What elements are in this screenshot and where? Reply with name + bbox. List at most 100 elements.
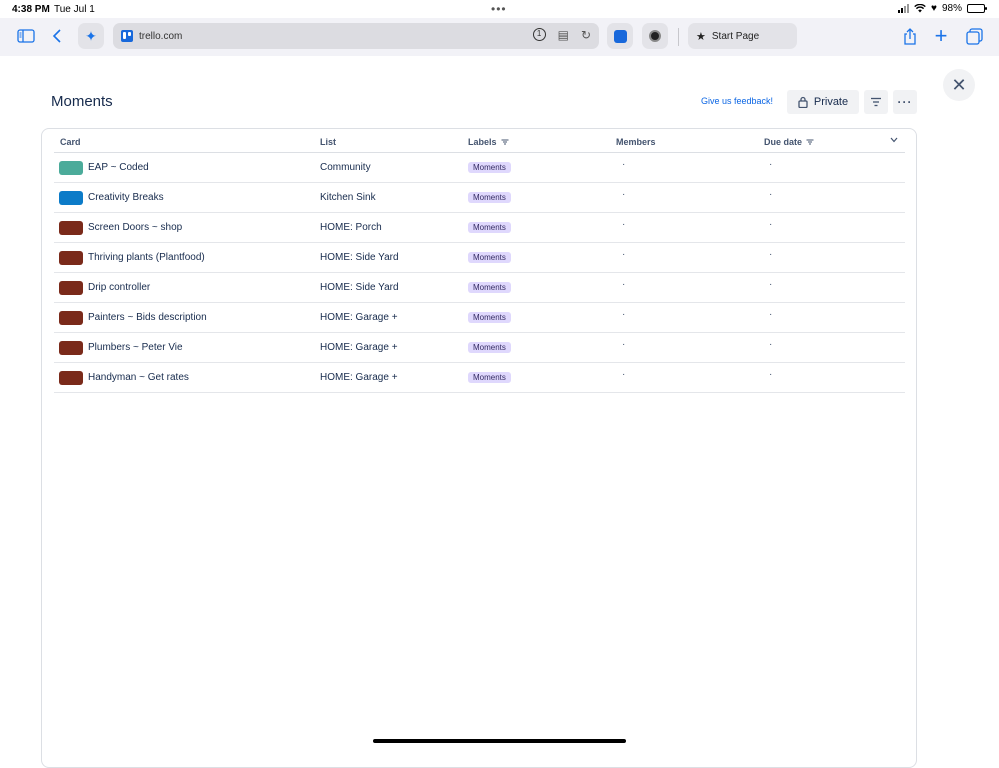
table-row[interactable]: Drip controller HOME: Side Yard Moments · · bbox=[54, 273, 905, 303]
status-time: 4:38 PM bbox=[12, 4, 50, 15]
heart-icon: ♥ bbox=[931, 3, 937, 14]
table-row[interactable]: Screen Doors ~ shop HOME: Porch Moments · · bbox=[54, 213, 905, 243]
table-row[interactable]: Handyman ~ Get rates HOME: Garage + Moment… bbox=[54, 363, 905, 393]
card-members[interactable]: · bbox=[622, 339, 625, 350]
card-name[interactable]: Drip controller bbox=[88, 282, 150, 293]
more-options-button[interactable]: ··· bbox=[893, 90, 917, 114]
start-page-tab[interactable]: ★ Start Page bbox=[688, 23, 797, 49]
card-members[interactable]: · bbox=[622, 309, 625, 320]
table-row[interactable]: Creativity Breaks Kitchen Sink Moments · · bbox=[54, 183, 905, 213]
card-label-badge[interactable]: Moments bbox=[468, 372, 511, 383]
column-header-card[interactable]: Card bbox=[60, 137, 81, 147]
card-label-badge[interactable]: Moments bbox=[468, 282, 511, 293]
cellular-signal-icon bbox=[898, 3, 910, 13]
password-manager-icon[interactable]: 1 bbox=[532, 28, 546, 41]
url-actions: 1 ▤ ↻ bbox=[532, 28, 591, 42]
card-members[interactable]: · bbox=[622, 369, 625, 380]
visibility-label: Private bbox=[813, 96, 849, 108]
column-options-chevron-icon[interactable] bbox=[890, 137, 898, 143]
card-due-date[interactable]: · bbox=[769, 249, 772, 260]
toolbar-divider bbox=[678, 28, 679, 46]
card-name[interactable]: Creativity Breaks bbox=[88, 192, 164, 203]
multitasking-dots-icon[interactable]: ••• bbox=[491, 2, 507, 16]
ai-sparkle-icon[interactable]: ✦ bbox=[78, 23, 104, 49]
column-header-members[interactable]: Members bbox=[616, 137, 656, 147]
card-label-badge[interactable]: Moments bbox=[468, 192, 511, 203]
tab-overview-icon[interactable] bbox=[960, 23, 988, 49]
column-labels-label: Labels bbox=[468, 137, 497, 147]
card-list: HOME: Porch bbox=[320, 222, 382, 233]
card-cover-color bbox=[59, 251, 83, 265]
card-members[interactable]: · bbox=[622, 219, 625, 230]
home-indicator[interactable] bbox=[373, 739, 626, 743]
visibility-button[interactable]: Private bbox=[787, 90, 859, 114]
card-list: Kitchen Sink bbox=[320, 192, 376, 203]
card-label-badge[interactable]: Moments bbox=[468, 312, 511, 323]
reader-mode-icon[interactable]: ▤ bbox=[558, 28, 569, 42]
card-name[interactable]: Thriving plants (Plantfood) bbox=[88, 252, 205, 263]
column-header-list[interactable]: List bbox=[320, 137, 336, 147]
card-members[interactable]: · bbox=[622, 189, 625, 200]
start-page-label: Start Page bbox=[711, 30, 760, 42]
card-cover-color bbox=[59, 161, 83, 175]
table-view: Card List Labels Members Due date EAP ~ … bbox=[41, 128, 917, 768]
card-list: HOME: Garage + bbox=[320, 342, 398, 353]
card-cover-color bbox=[59, 371, 83, 385]
card-list: HOME: Garage + bbox=[320, 312, 398, 323]
card-due-date[interactable]: · bbox=[769, 339, 772, 350]
table-row[interactable]: Plumbers ~ Peter Vie HOME: Garage + Moment… bbox=[54, 333, 905, 363]
column-list-label: List bbox=[320, 137, 337, 147]
card-name[interactable]: EAP ~ Coded bbox=[88, 162, 149, 173]
card-label-badge[interactable]: Moments bbox=[468, 252, 511, 263]
feedback-link[interactable]: Give us feedback! bbox=[701, 96, 773, 106]
card-due-date[interactable]: · bbox=[769, 369, 772, 380]
card-due-date[interactable]: · bbox=[769, 189, 772, 200]
table-row[interactable]: EAP ~ Coded Community Moments · · bbox=[54, 153, 905, 183]
address-bar[interactable]: trello.com 1 ▤ ↻ bbox=[113, 23, 599, 49]
card-list: Community bbox=[320, 162, 371, 173]
column-header-due-date[interactable]: Due date bbox=[764, 137, 814, 147]
column-filter-icon[interactable] bbox=[501, 139, 509, 145]
column-filter-icon[interactable] bbox=[806, 139, 814, 145]
card-cover-color bbox=[59, 341, 83, 355]
column-header-labels[interactable]: Labels bbox=[468, 137, 509, 147]
trello-extension-icon[interactable] bbox=[607, 23, 633, 49]
battery-percent: 98% bbox=[941, 3, 962, 14]
page-title: Moments bbox=[51, 93, 113, 110]
card-list: HOME: Garage + bbox=[320, 372, 398, 383]
card-members[interactable]: · bbox=[622, 159, 625, 170]
url-text[interactable]: trello.com bbox=[139, 31, 182, 42]
card-name[interactable]: Plumbers ~ Peter Vie bbox=[88, 342, 183, 353]
table-header: Card List Labels Members Due date bbox=[54, 129, 905, 153]
card-cover-color bbox=[59, 281, 83, 295]
card-name[interactable]: Painters ~ Bids description bbox=[88, 312, 207, 323]
column-due-date-label: Due date bbox=[764, 137, 803, 147]
status-date: Tue Jul 1 bbox=[54, 4, 95, 15]
battery-icon bbox=[967, 4, 987, 13]
reload-icon[interactable]: ↻ bbox=[581, 28, 591, 42]
filter-button[interactable] bbox=[864, 90, 888, 114]
card-list: HOME: Side Yard bbox=[320, 252, 399, 263]
status-right: ♥ 98% bbox=[898, 3, 987, 14]
sidebar-toggle-icon[interactable] bbox=[12, 23, 40, 49]
extension-circle-icon[interactable] bbox=[642, 23, 668, 49]
card-due-date[interactable]: · bbox=[769, 309, 772, 320]
card-due-date[interactable]: · bbox=[769, 219, 772, 230]
table-row[interactable]: Painters ~ Bids description HOME: Garage … bbox=[54, 303, 905, 333]
back-chevron-icon[interactable] bbox=[43, 23, 71, 49]
card-due-date[interactable]: · bbox=[769, 159, 772, 170]
wifi-icon bbox=[914, 4, 926, 13]
table-row[interactable]: Thriving plants (Plantfood) HOME: Side Ya… bbox=[54, 243, 905, 273]
card-label-badge[interactable]: Moments bbox=[468, 222, 511, 233]
card-name[interactable]: Screen Doors ~ shop bbox=[88, 222, 182, 233]
card-due-date[interactable]: · bbox=[769, 279, 772, 290]
card-label-badge[interactable]: Moments bbox=[468, 162, 511, 173]
share-icon[interactable] bbox=[896, 23, 924, 49]
card-members[interactable]: · bbox=[622, 279, 625, 290]
status-bar: 4:38 PM Tue Jul 1 ••• ♥ 98% bbox=[0, 0, 999, 18]
close-button[interactable]: ✕ bbox=[943, 69, 975, 101]
new-tab-plus-icon[interactable]: + bbox=[927, 23, 955, 49]
card-members[interactable]: · bbox=[622, 249, 625, 260]
card-label-badge[interactable]: Moments bbox=[468, 342, 511, 353]
card-name[interactable]: Handyman ~ Get rates bbox=[88, 372, 189, 383]
